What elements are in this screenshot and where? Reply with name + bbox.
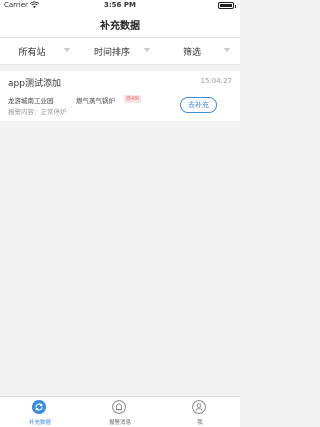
filter-bar: 所有站 时间排序 筛选 [0,38,240,65]
task-time: 15:04:27 [200,77,232,85]
page-title: 补充数据 [100,21,140,32]
filter-station[interactable]: 所有站 [0,38,80,64]
dropdown-arrow-icon [64,48,70,52]
tab-me-label: 我 [197,420,203,426]
battery-icon [218,2,236,9]
refresh-icon [32,400,46,414]
filter-station-label: 所有站 [18,48,46,58]
tab-supplement-data[interactable]: 补充数据 [0,397,80,427]
dropdown-arrow-icon [144,48,150,52]
profile-icon [192,400,206,414]
device-name: 燃气蒸气锅炉 [76,97,115,105]
task-card[interactable]: app测试添加 15:04:27 龙游城南工业园 燃气蒸气锅炉 燃48t 报警内… [0,71,240,121]
dropdown-arrow-icon [224,48,230,52]
filter-time-sort-label: 时间排序 [93,48,130,58]
alarm-icon [112,400,126,414]
filter-screen[interactable]: 筛选 [160,38,240,64]
tab-bar: 补充数据 报警消息 我 [0,396,240,427]
tab-supplement-data-label: 补充数据 [28,420,51,426]
clock: 3:56 PM [104,1,136,9]
tab-alarm-messages-label: 报警消息 [108,420,131,426]
alarm-content: 报警内容：正常停炉 [8,108,67,116]
task-title: app测试添加 [8,79,61,89]
navigation-bar: 补充数据 [0,12,240,38]
tab-me[interactable]: 我 [160,397,240,427]
filter-time-sort[interactable]: 时间排序 [80,38,160,64]
site-name: 龙游城南工业园 [8,97,54,105]
tab-alarm-messages[interactable]: 报警消息 [80,397,160,427]
status-bar: Carrier 3:56 PM [0,0,240,12]
device-badge: 燃48t [124,95,142,103]
supplement-button[interactable]: 去补充 [180,97,217,113]
filter-screen-label: 筛选 [182,48,201,58]
